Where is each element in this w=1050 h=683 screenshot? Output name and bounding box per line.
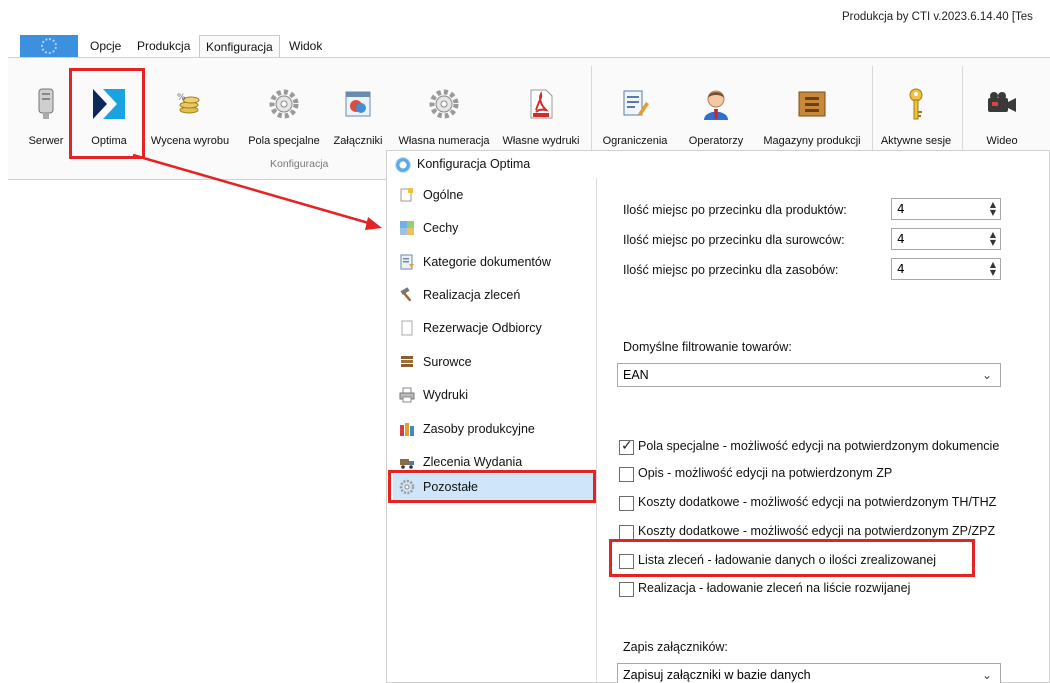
app-window: Produkcja by CTI v.2023.6.14.40 [Tes Opc… (0, 0, 1050, 683)
annotation-arrow (132, 153, 382, 230)
